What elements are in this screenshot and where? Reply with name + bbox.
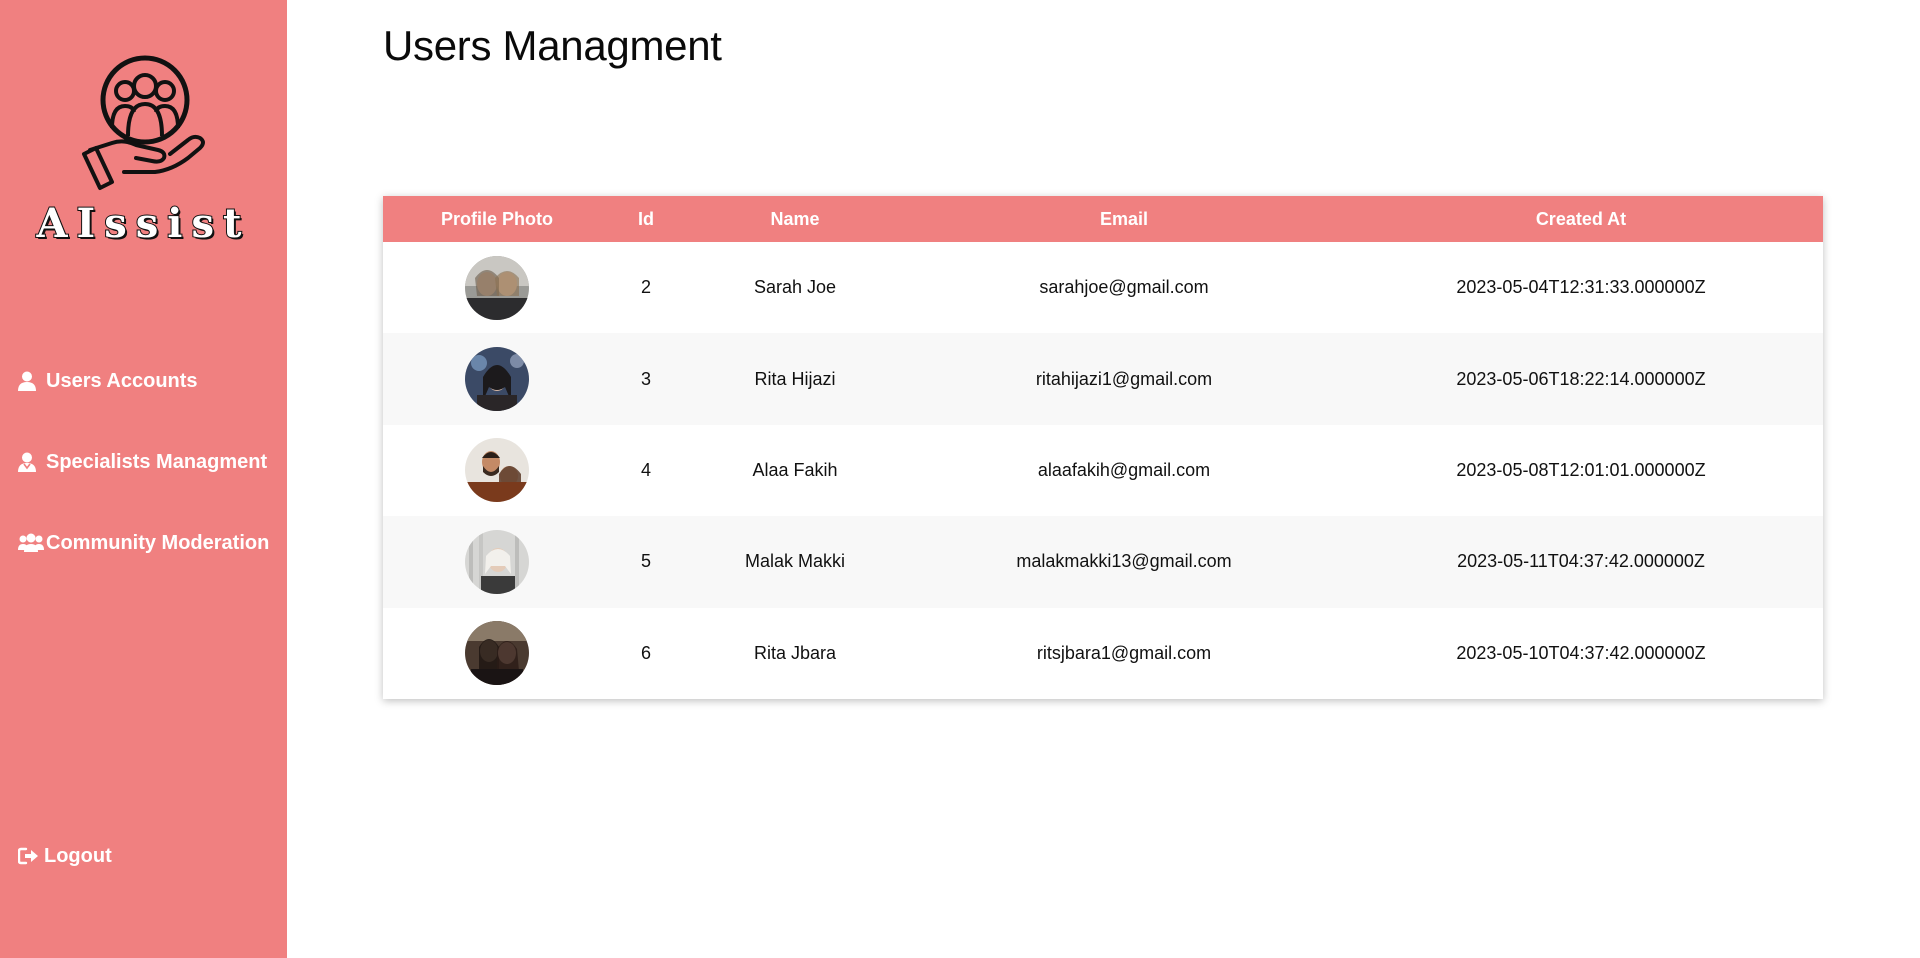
- created-at-cell: 2023-05-08T12:01:01.000000Z: [1456, 459, 1706, 480]
- avatar: [465, 621, 529, 686]
- brand-name: AIssist: [36, 199, 251, 248]
- name-cell: Alaa Fakih: [752, 459, 838, 480]
- profile-photo-cell: [383, 425, 611, 516]
- avatar: [465, 529, 529, 594]
- table-header-row: Profile Photo Id Name Email Created At: [383, 196, 1823, 242]
- name-cell: Malak Makki: [744, 551, 846, 572]
- email-cell: alaafakih@gmail.com: [1037, 459, 1211, 480]
- sidebar-item-users-accounts[interactable]: Users Accounts: [18, 365, 269, 397]
- created-at-cell: 2023-05-11T04:37:42.000000Z: [1457, 551, 1705, 572]
- created-at-cell: 2023-05-06T18:22:14.000000Z: [1456, 368, 1706, 389]
- id-cell: 3: [640, 368, 651, 389]
- sidebar: AIssist Users Accounts Specialists Manag…: [0, 0, 287, 958]
- logout-button[interactable]: Logout: [18, 840, 112, 872]
- column-header-created-at: Created At: [1535, 208, 1627, 229]
- avatar: [465, 347, 529, 412]
- email-cell: ritsjbara1@gmail.com: [1036, 642, 1212, 663]
- sidebar-item-label: Community Moderation: [46, 531, 270, 554]
- profile-photo-cell: [383, 333, 611, 424]
- user-icon: [18, 371, 44, 391]
- table-row[interactable]: 4 Alaa Fakih alaafakih@gmail.com 2023-05…: [383, 424, 1823, 517]
- sidebar-item-community-moderation[interactable]: Community Moderation: [18, 527, 269, 559]
- profile-photo-cell: [383, 608, 611, 699]
- avatar: [465, 255, 529, 320]
- users-table: Profile Photo Id Name Email Created At 2…: [383, 196, 1823, 699]
- id-cell: 6: [640, 642, 651, 663]
- created-at-cell: 2023-05-04T12:31:33.000000Z: [1456, 277, 1706, 298]
- column-header-id: Id: [638, 208, 654, 229]
- id-cell: 2: [640, 277, 651, 298]
- specialist-icon: [18, 452, 44, 472]
- column-header-email: Email: [1099, 208, 1149, 229]
- users-group-icon: [18, 533, 44, 553]
- users-table-container: Profile Photo Id Name Email Created At 2…: [383, 196, 1823, 699]
- table-row[interactable]: 6 Rita Jbara ritsjbara1@gmail.com 2023-0…: [383, 607, 1823, 699]
- column-header-profile-photo: Profile Photo: [441, 208, 553, 229]
- avatar: [465, 438, 529, 503]
- app-root: AIssist Users Accounts Specialists Manag…: [0, 0, 1920, 958]
- id-cell: 4: [640, 459, 651, 480]
- people-in-hand-icon: [82, 55, 205, 190]
- email-cell: malakmakki13@gmail.com: [1016, 551, 1232, 572]
- sidebar-item-label: Users Accounts: [46, 369, 198, 392]
- name-cell: Rita Hijazi: [754, 368, 836, 389]
- name-cell: Rita Jbara: [753, 642, 837, 663]
- email-cell: sarahjoe@gmail.com: [1039, 277, 1209, 298]
- profile-photo-cell: [383, 242, 611, 333]
- table-row[interactable]: 3 Rita Hijazi ritahijazi1@gmail.com 2023…: [383, 333, 1823, 425]
- profile-photo-cell: [383, 516, 611, 607]
- sidebar-item-label: Specialists Managment: [46, 450, 268, 473]
- sidebar-item-specialists-managment[interactable]: Specialists Managment: [18, 446, 269, 478]
- column-header-name: Name: [770, 208, 820, 229]
- sign-out-icon: [18, 847, 44, 865]
- logout-label: Logout: [44, 844, 112, 867]
- id-cell: 5: [640, 551, 651, 572]
- table-row[interactable]: 2 Sarah Joe sarahjoe@gmail.com 2023-05-0…: [383, 242, 1823, 334]
- created-at-cell: 2023-05-10T04:37:42.000000Z: [1456, 642, 1706, 663]
- sidebar-nav: Users Accounts Specialists Managment Com…: [18, 365, 269, 608]
- table-row[interactable]: 5 Malak Makki malakmakki13@gmail.com 202…: [383, 516, 1823, 608]
- page-title: Users Managment: [383, 22, 722, 69]
- email-cell: ritahijazi1@gmail.com: [1035, 368, 1213, 389]
- name-cell: Sarah Joe: [753, 277, 837, 298]
